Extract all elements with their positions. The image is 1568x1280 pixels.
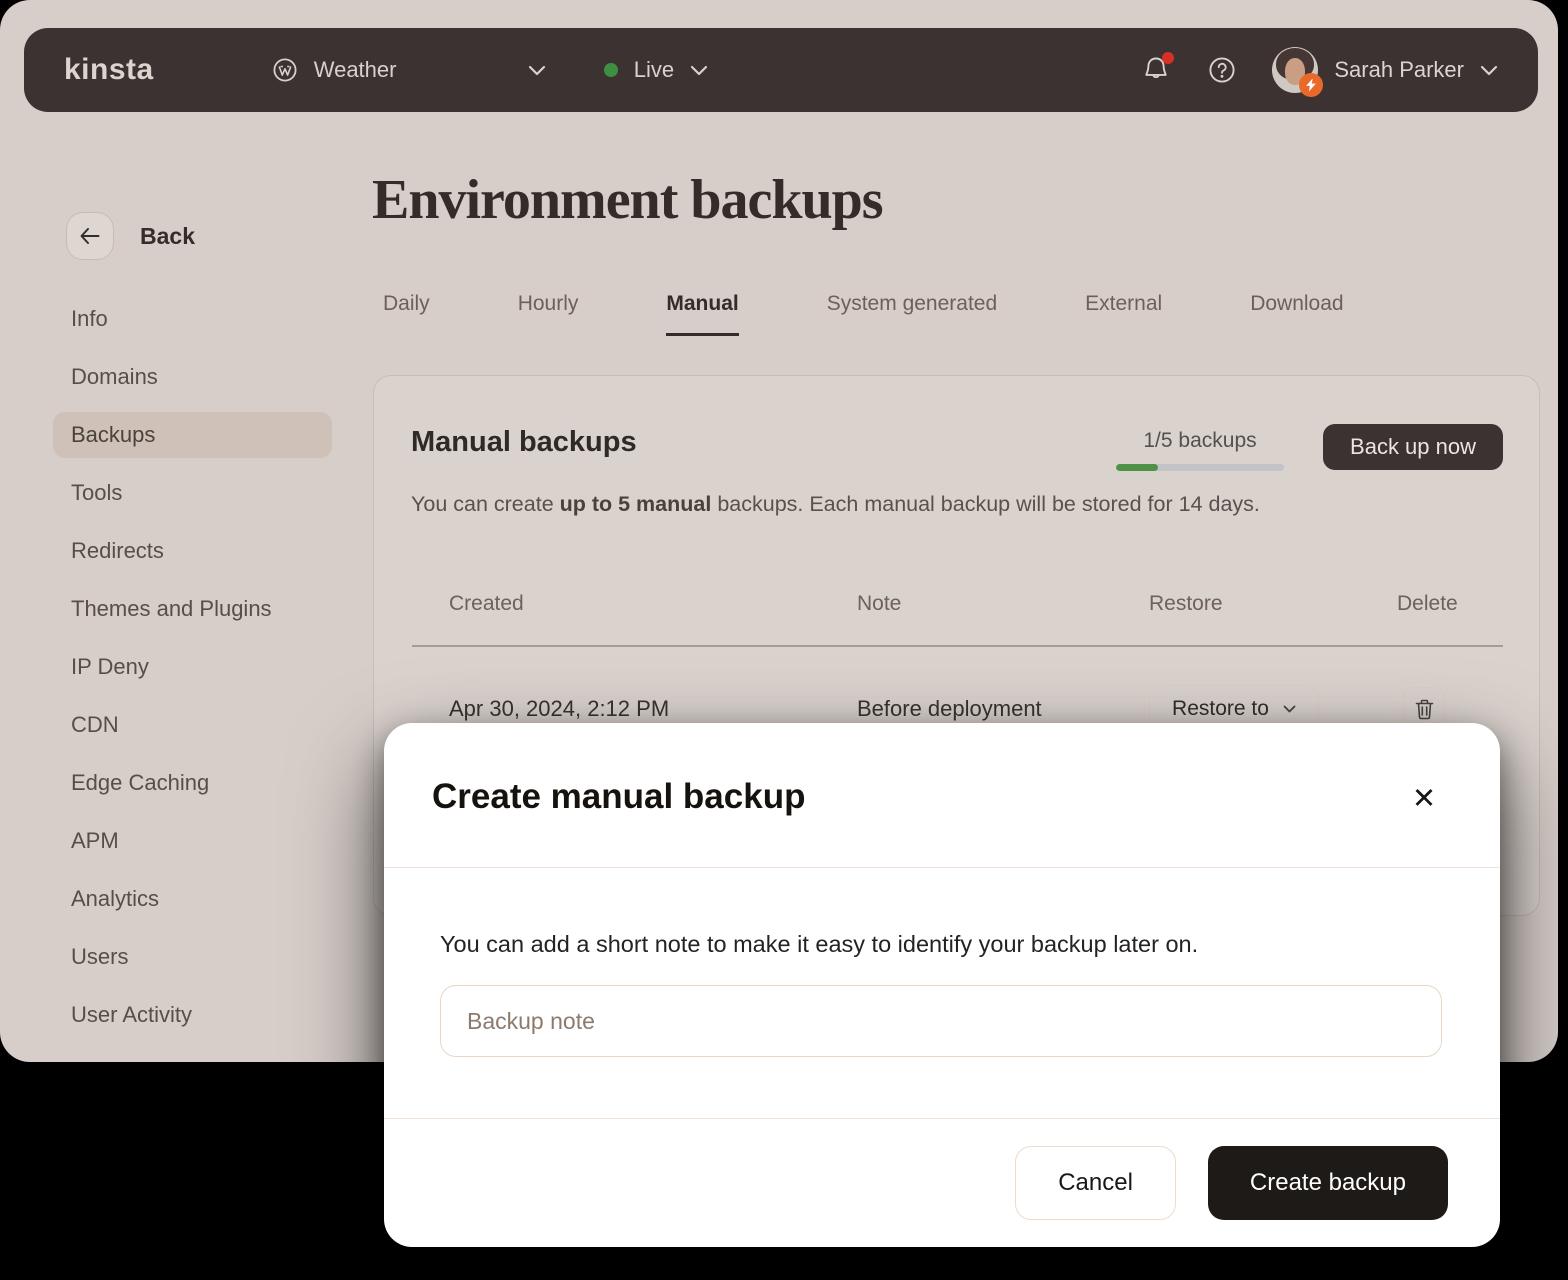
sidebar-item-cdn[interactable]: CDN [53,702,332,748]
tab-system-generated[interactable]: System generated [827,292,997,336]
sidebar-item-apm[interactable]: APM [53,818,332,864]
sidebar-item-domains[interactable]: Domains [53,354,332,400]
modal-body-text: You can add a short note to make it easy… [440,931,1198,958]
top-navbar: kinsta Weather Live [24,28,1538,112]
notification-dot [1162,52,1174,64]
screenshot-stage: kinsta Weather Live [0,0,1568,1280]
tab-hourly[interactable]: Hourly [518,292,579,336]
backups-table-header: Created Note Restore Delete [449,592,1503,616]
table-divider [412,645,1503,647]
chevron-down-icon [690,65,708,76]
help-icon[interactable] [1206,54,1238,86]
sidebar-nav: Info Domains Backups Tools Redirects The… [0,296,370,1050]
backup-tabs: Daily Hourly Manual System generated Ext… [383,292,1344,336]
cancel-button[interactable]: Cancel [1015,1146,1176,1220]
back-row: Back [66,212,195,260]
description-bold-text: up to 5 manual [560,492,712,516]
column-header-delete: Delete [1397,592,1503,616]
lightning-badge-icon [1299,73,1323,97]
user-name-label: Sarah Parker [1334,57,1464,83]
notifications-bell-icon[interactable] [1140,54,1172,86]
close-icon[interactable]: ✕ [1406,781,1442,817]
column-header-created: Created [449,592,857,616]
avatar [1272,47,1318,93]
sidebar-item-edge-caching[interactable]: Edge Caching [53,760,332,806]
card-heading: Manual backups [411,426,637,459]
environment-label: Live [634,57,674,83]
back-button[interactable] [66,212,114,260]
site-selector-dropdown[interactable]: Weather [272,57,546,83]
sidebar-item-info[interactable]: Info [53,296,332,342]
restore-to-label: Restore to [1172,697,1269,721]
user-menu[interactable]: Sarah Parker [1272,47,1498,93]
kinsta-logo: kinsta [64,53,154,87]
back-up-now-label: Back up now [1350,434,1476,460]
backup-usage-label: 1/5 backups [1116,429,1284,453]
sidebar-item-users[interactable]: Users [53,934,332,980]
chevron-down-icon [1283,705,1296,713]
sidebar-item-redirects[interactable]: Redirects [53,528,332,574]
environment-selector-dropdown[interactable]: Live [604,57,708,83]
chevron-down-icon [528,65,546,76]
sidebar-item-tools[interactable]: Tools [53,470,332,516]
tab-download[interactable]: Download [1250,292,1343,336]
create-backup-button[interactable]: Create backup [1208,1146,1448,1220]
backup-note-cell: Before deployment [857,696,1149,722]
card-description: You can create up to 5 manual backups. E… [411,492,1260,517]
sidebar-item-ip-deny[interactable]: IP Deny [53,644,332,690]
modal-header: Create manual backup ✕ [384,723,1500,868]
page-title: Environment backups [372,168,883,232]
description-text: backups. Each manual backup will be stor… [711,492,1260,516]
sidebar-item-analytics[interactable]: Analytics [53,876,332,922]
backup-usage: 1/5 backups [1116,429,1284,471]
column-header-note: Note [857,592,1149,616]
tab-manual[interactable]: Manual [666,292,738,336]
sidebar-item-backups[interactable]: Backups [53,412,332,458]
chevron-down-icon [1480,65,1498,76]
live-status-dot [604,63,618,77]
modal-footer: Cancel Create backup [384,1118,1500,1247]
back-label: Back [140,223,195,250]
tab-daily[interactable]: Daily [383,292,430,336]
sidebar-item-user-activity[interactable]: User Activity [53,992,332,1038]
back-up-now-button[interactable]: Back up now [1323,424,1503,470]
wordpress-icon [272,57,298,83]
backup-note-input[interactable] [440,985,1442,1057]
tab-external[interactable]: External [1085,292,1162,336]
create-backup-modal: Create manual backup ✕ You can add a sho… [384,723,1500,1247]
trash-icon [1415,699,1434,720]
navbar-right-section: Sarah Parker [1140,47,1498,93]
modal-title: Create manual backup [432,777,805,817]
column-header-restore: Restore [1149,592,1397,616]
site-name-label: Weather [314,57,397,83]
backup-created-cell: Apr 30, 2024, 2:12 PM [449,696,857,722]
description-text: You can create [411,492,560,516]
back-arrow-icon [79,227,101,245]
backup-usage-progressbar [1116,464,1284,471]
sidebar-item-themes-and-plugins[interactable]: Themes and Plugins [53,586,332,632]
backup-usage-progress-fill [1116,464,1158,471]
